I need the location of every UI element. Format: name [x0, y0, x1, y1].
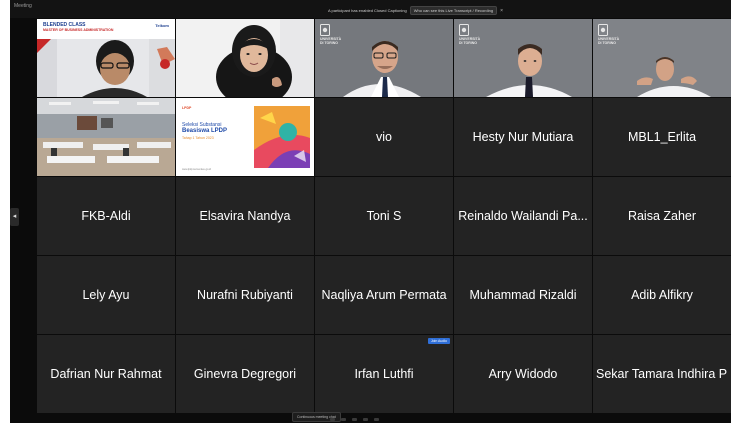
video-tile-lpdp-slide[interactable]: LPDP Seleksi Substansi Beasiswa LPDP Tah…: [176, 98, 314, 176]
participant-name: Nurafni Rubiyanti: [197, 288, 293, 302]
participant-tile[interactable]: Dafrian Nur Rahmat: [37, 335, 175, 413]
video-tile-presenter-slide[interactable]: BLENDED CLASS MASTER OF BUSINESS ADMINIS…: [37, 19, 175, 97]
classroom-video: [37, 98, 175, 176]
lpdp-footer: www.lpdp.kemenkeu.go.id: [182, 168, 212, 171]
participant-name: Reinaldo Wailandi Pa...: [458, 209, 588, 223]
recording-text: A participant has enabled Closed Caption…: [328, 8, 407, 13]
participant-name: vio: [376, 130, 392, 144]
participant-name: Hesty Nur Mutiara: [472, 130, 574, 144]
participant-name: Elsavira Nandya: [199, 209, 291, 223]
close-icon[interactable]: ×: [500, 8, 503, 14]
participant-name: Arry Widodo: [488, 367, 558, 381]
participant-tile[interactable]: Sekar Tamara Indhira P: [593, 335, 731, 413]
participant-video: [315, 19, 453, 97]
participant-tile[interactable]: Reinaldo Wailandi Pa...: [454, 177, 592, 255]
participant-name: MBL1_Erlita: [627, 130, 697, 144]
recording-info-button[interactable]: Who can see this Live Transcript / Recor…: [409, 6, 498, 15]
participant-tile[interactable]: Toni S: [315, 177, 453, 255]
participant-tile[interactable]: Ginevra Degregori: [176, 335, 314, 413]
participant-name: Adib Alfikry: [631, 288, 693, 302]
video-tile-uni-torino-1[interactable]: UNIVERSITÀ DI TORINO: [315, 19, 453, 97]
participant-tile[interactable]: Elsavira Nandya: [176, 177, 314, 255]
left-edge: [0, 0, 10, 423]
participant-tile[interactable]: vio: [315, 98, 453, 176]
toolbar-hint: [330, 418, 379, 421]
participant-video: [454, 19, 592, 97]
participant-name: Muhammad Rizaldi: [469, 288, 577, 302]
slide-logo: Telkom: [155, 23, 169, 28]
participant-tile[interactable]: Naqliya Arum Permata: [315, 256, 453, 334]
participant-tile[interactable]: Adib Alfikry: [593, 256, 731, 334]
toolbar-dot: [363, 418, 368, 421]
participant-tile[interactable]: Lely Ayu: [37, 256, 175, 334]
lpdp-logo: LPDP: [182, 106, 192, 110]
participant-name: Ginevra Degregori: [193, 367, 297, 381]
toolbar-dot: [330, 418, 335, 421]
university-label: UNIVERSITÀ DI TORINO: [598, 37, 620, 45]
zoom-meeting-window: Meeting A participant has enabled Closed…: [0, 0, 731, 423]
participant-tile[interactable]: MBL1_Erlita: [593, 98, 731, 176]
university-label: UNIVERSITÀ DI TORINO: [320, 37, 342, 45]
participant-tile[interactable]: Muhammad Rizaldi: [454, 256, 592, 334]
university-crest-icon: [459, 24, 469, 36]
university-crest-icon: [320, 24, 330, 36]
participant-name: Lely Ayu: [82, 288, 130, 302]
participant-name: Sekar Tamara Indhira P: [596, 367, 728, 381]
participant-tile[interactable]: Raisa Zaher: [593, 177, 731, 255]
toolbar-dot: [374, 418, 379, 421]
lpdp-subtitle: Tahap 1 Tahun 2023: [182, 136, 214, 140]
participant-name: Toni S: [366, 209, 402, 223]
gallery-grid: BLENDED CLASS MASTER OF BUSINESS ADMINIS…: [37, 19, 731, 415]
slide-subtitle: MASTER OF BUSINESS ADMINISTRATION: [43, 28, 114, 32]
university-crest-icon: [598, 24, 608, 36]
meeting-label: Meeting: [14, 3, 32, 9]
video-tile-classroom[interactable]: [37, 98, 175, 176]
participant-name: Raisa Zaher: [627, 209, 697, 223]
toolbar-dot: [341, 418, 346, 421]
lpdp-title-line2: Beasiswa LPDP: [182, 128, 228, 134]
participant-name: Naqliya Arum Permata: [321, 288, 447, 302]
video-tile-uni-torino-2[interactable]: UNIVERSITÀ DI TORINO: [454, 19, 592, 97]
participant-name: FKB-Aldi: [81, 209, 131, 223]
participant-tile[interactable]: Join Audio Irfan Luthfi: [315, 335, 453, 413]
university-label: UNIVERSITÀ DI TORINO: [459, 37, 481, 45]
participant-tile[interactable]: Arry Widodo: [454, 335, 592, 413]
recording-banner: A participant has enabled Closed Caption…: [328, 6, 503, 15]
participant-tile[interactable]: Nurafni Rubiyanti: [176, 256, 314, 334]
participant-video: [176, 19, 314, 97]
participant-name: Irfan Luthfi: [354, 367, 414, 381]
video-tile-woman-hijab[interactable]: [176, 19, 314, 97]
participant-name: Dafrian Nur Rahmat: [50, 367, 162, 381]
video-tile-uni-torino-3-active-speaker[interactable]: UNIVERSITÀ DI TORINO: [593, 19, 731, 97]
toolbar-dot: [352, 418, 357, 421]
previous-page-arrow-icon[interactable]: ◂: [10, 208, 19, 226]
participant-tile[interactable]: Hesty Nur Mutiara: [454, 98, 592, 176]
participant-video: [593, 19, 731, 97]
meeting-top-bar: Meeting A participant has enabled Closed…: [10, 0, 731, 18]
participant-tile[interactable]: FKB-Aldi: [37, 177, 175, 255]
